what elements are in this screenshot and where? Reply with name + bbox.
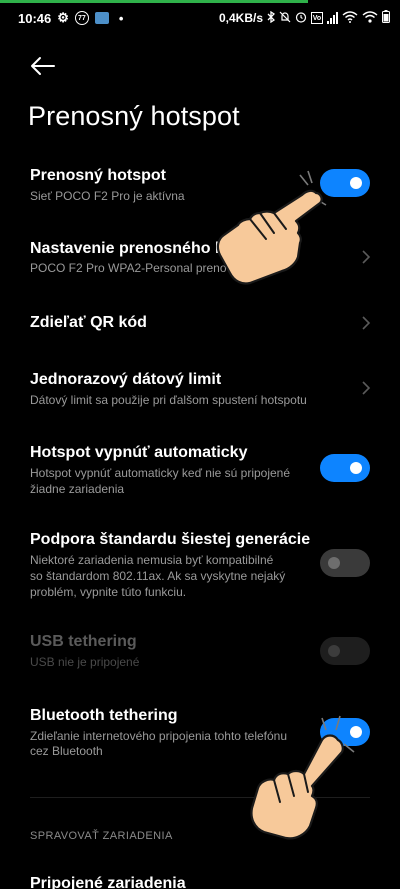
row-subtitle: USB nie je pripojené bbox=[30, 655, 140, 669]
clock: 10:46 bbox=[18, 10, 52, 26]
back-button[interactable] bbox=[28, 52, 58, 80]
row-wifi6-support[interactable]: Podpora štandardu šiestej generácie Niek… bbox=[0, 522, 400, 602]
section-header: SPRAVOVAŤ ZARIADENIA bbox=[30, 830, 173, 842]
row-title: Nastavenie prenosného ho bbox=[30, 240, 235, 257]
mute-bell-icon bbox=[279, 11, 291, 26]
tap-hand-icon bbox=[216, 170, 327, 285]
row-title: Pripojené zariadenia bbox=[30, 875, 186, 889]
row-connected-devices[interactable]: Pripojené zariadenia bbox=[0, 866, 400, 889]
tap-hand-icon bbox=[250, 715, 355, 840]
row-portable-hotspot[interactable]: Prenosný hotspot Sieť POCO F2 Pro je akt… bbox=[0, 160, 400, 220]
app-notification-icon bbox=[94, 12, 109, 24]
toggle-auto-off[interactable] bbox=[320, 454, 370, 482]
row-subtitle-line: cez Bluetooth bbox=[30, 744, 103, 758]
arrow-left-icon bbox=[31, 57, 55, 75]
volte-icon: Vo bbox=[311, 12, 323, 24]
row-title: Bluetooth tethering bbox=[30, 707, 178, 724]
row-subtitle: POCO F2 Pro WPA2-Personal preno bbox=[30, 261, 227, 275]
chevron-right-icon bbox=[362, 381, 371, 395]
row-subtitle-line: problém, vypnite túto funkciu. bbox=[30, 585, 187, 599]
row-subtitle: Sieť POCO F2 Pro je aktívna bbox=[30, 189, 185, 203]
row-title: USB tethering bbox=[30, 633, 137, 650]
toggle-wifi6-support[interactable] bbox=[320, 549, 370, 577]
battery-icon bbox=[382, 10, 390, 26]
row-title: Prenosný hotspot bbox=[30, 167, 167, 184]
toggle-knob bbox=[328, 557, 340, 569]
network-speed: 0,4KB/s bbox=[218, 11, 263, 25]
toggle-usb-tethering bbox=[320, 637, 370, 665]
toggle-knob bbox=[350, 177, 362, 189]
notification-badge: 77 bbox=[74, 11, 89, 25]
row-share-qr[interactable]: Zdieľať QR kód bbox=[0, 304, 400, 344]
toggle-knob bbox=[328, 645, 340, 657]
page-title: Prenosný hotspot bbox=[28, 101, 240, 131]
row-title: Hotspot vypnúť automaticky bbox=[30, 444, 248, 461]
row-data-limit[interactable]: Jednorazový dátový limit Dátový limit sa… bbox=[0, 364, 400, 414]
row-subtitle-line: Niektoré zariadenia nemusia byť kompatib… bbox=[30, 553, 274, 567]
bluetooth-icon bbox=[267, 10, 276, 26]
row-title: Podpora štandardu šiestej generácie bbox=[30, 531, 311, 548]
progress-line bbox=[0, 0, 308, 3]
hotspot-wifi-icon bbox=[362, 10, 378, 26]
more-notifications-dot: • bbox=[118, 10, 124, 26]
row-title: Jednorazový dátový limit bbox=[30, 371, 222, 388]
row-subtitle-line: žiadne zariadenia bbox=[30, 482, 125, 496]
row-title: Zdieľať QR kód bbox=[30, 314, 147, 331]
row-subtitle-line: so štandardom 802.11ax. Ak sa vyskytne n… bbox=[30, 569, 286, 583]
chevron-right-icon bbox=[362, 316, 371, 330]
row-usb-tethering: USB tethering USB nie je pripojené bbox=[0, 626, 400, 676]
row-hotspot-settings[interactable]: Nastavenie prenosného ho POCO F2 Pro WPA… bbox=[0, 232, 400, 292]
wifi-icon bbox=[342, 10, 358, 26]
toggle-knob bbox=[350, 462, 362, 474]
status-bar: 10:46 ⚙ 77 • 0,4KB/s Vo bbox=[0, 6, 400, 30]
signal-icon bbox=[327, 12, 338, 24]
row-auto-off[interactable]: Hotspot vypnúť automaticky Hotspot vypnú… bbox=[0, 438, 400, 498]
alarm-icon bbox=[295, 11, 307, 26]
chevron-right-icon bbox=[362, 250, 371, 264]
gear-icon: ⚙ bbox=[57, 10, 69, 25]
row-subtitle-line: Hotspot vypnúť automaticky keď nie sú pr… bbox=[30, 466, 291, 480]
row-subtitle: Dátový limit sa použije pri ďalšom spust… bbox=[30, 393, 307, 407]
